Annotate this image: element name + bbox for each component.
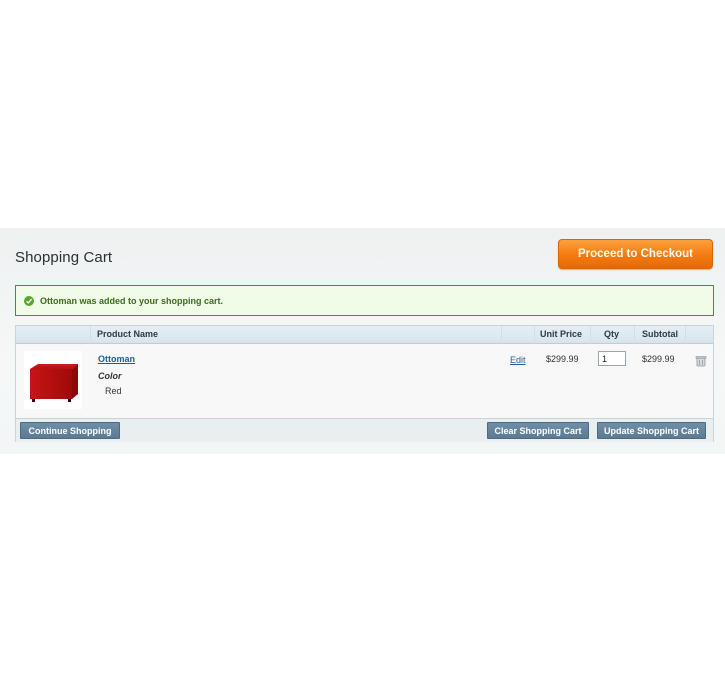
continue-shopping-button[interactable]: Continue Shopping <box>20 422 120 439</box>
trash-icon[interactable] <box>695 354 707 367</box>
cart-table: Product Name Unit Price Qty Subtotal Ott… <box>15 325 714 442</box>
header-product-name: Product Name <box>97 329 159 339</box>
header-subtotal: Subtotal <box>642 329 678 339</box>
product-name-link[interactable]: Ottoman <box>98 354 135 364</box>
success-check-icon <box>24 295 34 306</box>
clear-shopping-cart-button[interactable]: Clear Shopping Cart <box>487 422 589 439</box>
table-footer: Continue Shopping Clear Shopping Cart Up… <box>16 418 713 442</box>
success-message: Ottoman was added to your shopping cart. <box>15 285 714 316</box>
table-row: Ottoman Color Red Edit $299.99 $299.99 <box>16 344 713 418</box>
edit-item-link[interactable]: Edit <box>510 355 526 365</box>
header-qty: Qty <box>604 329 620 339</box>
option-value: Red <box>105 386 122 396</box>
proceed-to-checkout-button[interactable]: Proceed to Checkout <box>558 239 713 269</box>
page-title: Shopping Cart <box>15 249 113 266</box>
header-unit-price: Unit Price <box>540 329 583 339</box>
qty-input[interactable] <box>598 351 626 366</box>
update-shopping-cart-button[interactable]: Update Shopping Cart <box>597 422 706 439</box>
red-ottoman-image[interactable] <box>24 351 82 409</box>
option-label: Color <box>98 371 122 381</box>
table-header: Product Name Unit Price Qty Subtotal <box>16 326 713 344</box>
unit-price-value: $299.99 <box>546 354 579 364</box>
subtotal-value: $299.99 <box>642 354 675 364</box>
success-message-text: Ottoman was added to your shopping cart. <box>40 295 224 306</box>
